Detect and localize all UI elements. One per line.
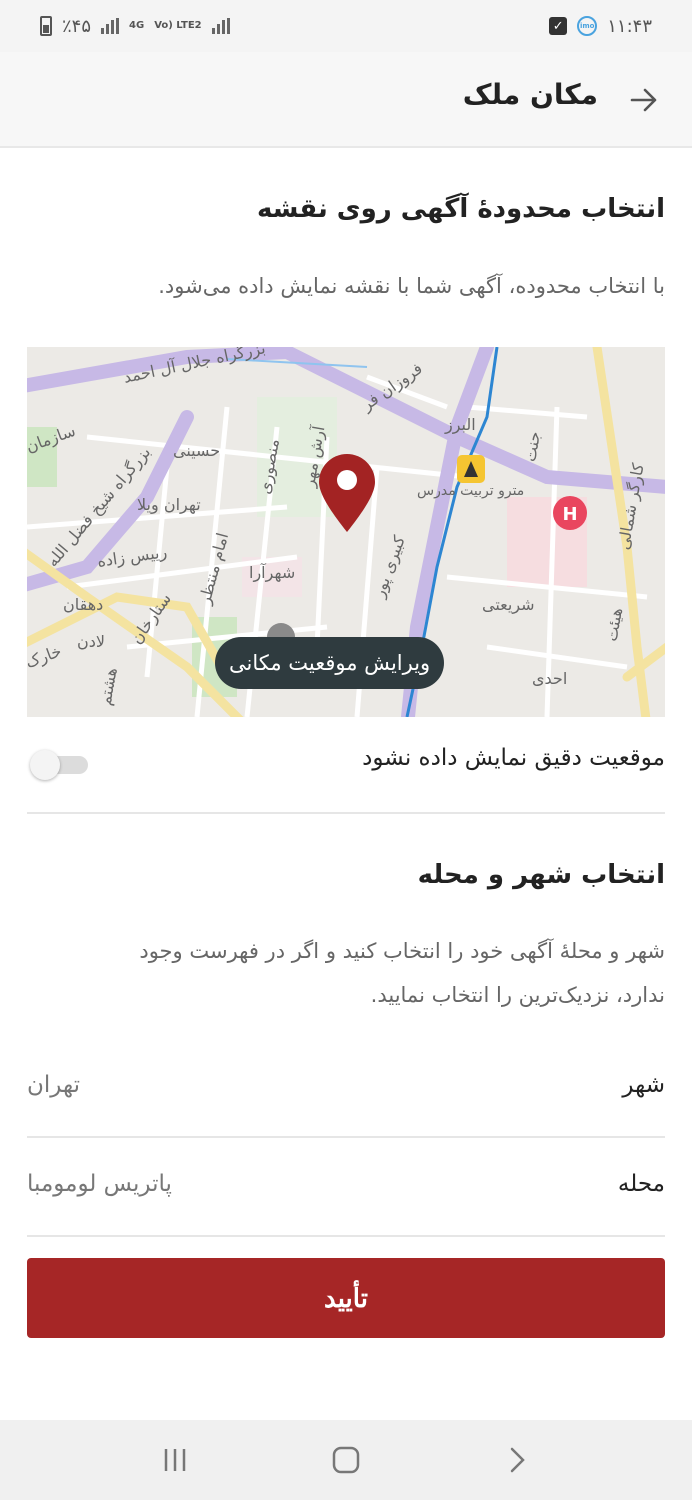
map-label-shariati: شریعتی xyxy=(482,595,535,614)
hide-exact-location-toggle[interactable] xyxy=(30,750,88,780)
divider xyxy=(27,1235,665,1237)
network-volte: Vo) LTE2 xyxy=(154,20,202,31)
chevron-right-icon xyxy=(510,1447,525,1473)
recent-apps-icon xyxy=(165,1449,186,1471)
map-label-ladan: لادن xyxy=(77,632,105,651)
status-bar: ٪۴۵ 4G Vo) LTE2 ✓ imo ۱۱:۴۳ xyxy=(0,0,692,52)
toggle-knob xyxy=(30,750,60,780)
city-section-title: انتخاب شهر و محله xyxy=(417,860,665,890)
city-section-description: شهر و محلهٔ آگهی خود را انتخاب کنید و اگ… xyxy=(27,929,665,1017)
home-icon xyxy=(332,1446,360,1474)
battery-percent: ٪۴۵ xyxy=(62,15,92,37)
arrow-right-icon xyxy=(630,88,657,112)
system-nav-bar xyxy=(0,1420,692,1500)
divider xyxy=(27,812,665,814)
network-4g: 4G xyxy=(129,20,145,31)
district-label: محله xyxy=(617,1171,665,1197)
city-label: شهر xyxy=(622,1072,665,1098)
map-label-dehghan: دهقان xyxy=(63,595,104,614)
confirm-button[interactable]: تأیید xyxy=(27,1258,665,1338)
map-view[interactable]: H بزرگراه جلال آل احمد سازمان بزرگراه شی… xyxy=(27,347,665,717)
district-value: پاتریس لومومبا xyxy=(27,1171,172,1197)
map-section-title: انتخاب محدودهٔ آگهی روی نقشه xyxy=(257,194,665,224)
svg-text:H: H xyxy=(562,504,577,525)
edit-location-button[interactable]: ویرایش موقعیت مکانی xyxy=(215,637,445,689)
battery-icon xyxy=(40,16,52,36)
back-nav-button[interactable] xyxy=(497,1440,537,1480)
page-title: مکان ملک xyxy=(462,78,598,111)
map-label-hosseini: حسینی xyxy=(173,441,221,460)
map-label-tehranvila: تهران ویلا xyxy=(137,495,201,514)
divider xyxy=(27,1136,665,1138)
city-value: تهران xyxy=(27,1072,80,1098)
back-button[interactable] xyxy=(626,80,662,120)
hide-exact-location-label: موقعیت دقیق نمایش داده نشود xyxy=(362,745,665,771)
city-section-description-line-2: ندارد، نزدیک‌ترین را انتخاب نمایید. xyxy=(370,983,665,1007)
map-section-description: با انتخاب محدوده، آگهی شما با نقشه نمایش… xyxy=(158,274,665,298)
checkbox-notification-icon: ✓ xyxy=(549,17,568,35)
city-section-description-line-1: شهر و محلهٔ آگهی خود را انتخاب کنید و اگ… xyxy=(139,939,665,963)
recent-apps-button[interactable] xyxy=(155,1440,195,1480)
clock: ۱۱:۴۳ xyxy=(607,15,652,37)
signal-icon-2 xyxy=(211,18,230,34)
home-button[interactable] xyxy=(326,1440,366,1480)
map-label-alborz: البرز xyxy=(445,415,476,434)
imo-icon: imo xyxy=(577,16,598,36)
map-label-ahadi: احدی xyxy=(532,669,568,688)
signal-icon xyxy=(101,18,120,34)
app-header: مکان ملک xyxy=(0,52,692,148)
map-label-shahrara: شهرآرا xyxy=(249,563,296,582)
map-label-metro: مترو تربیت مدرس xyxy=(417,483,525,499)
